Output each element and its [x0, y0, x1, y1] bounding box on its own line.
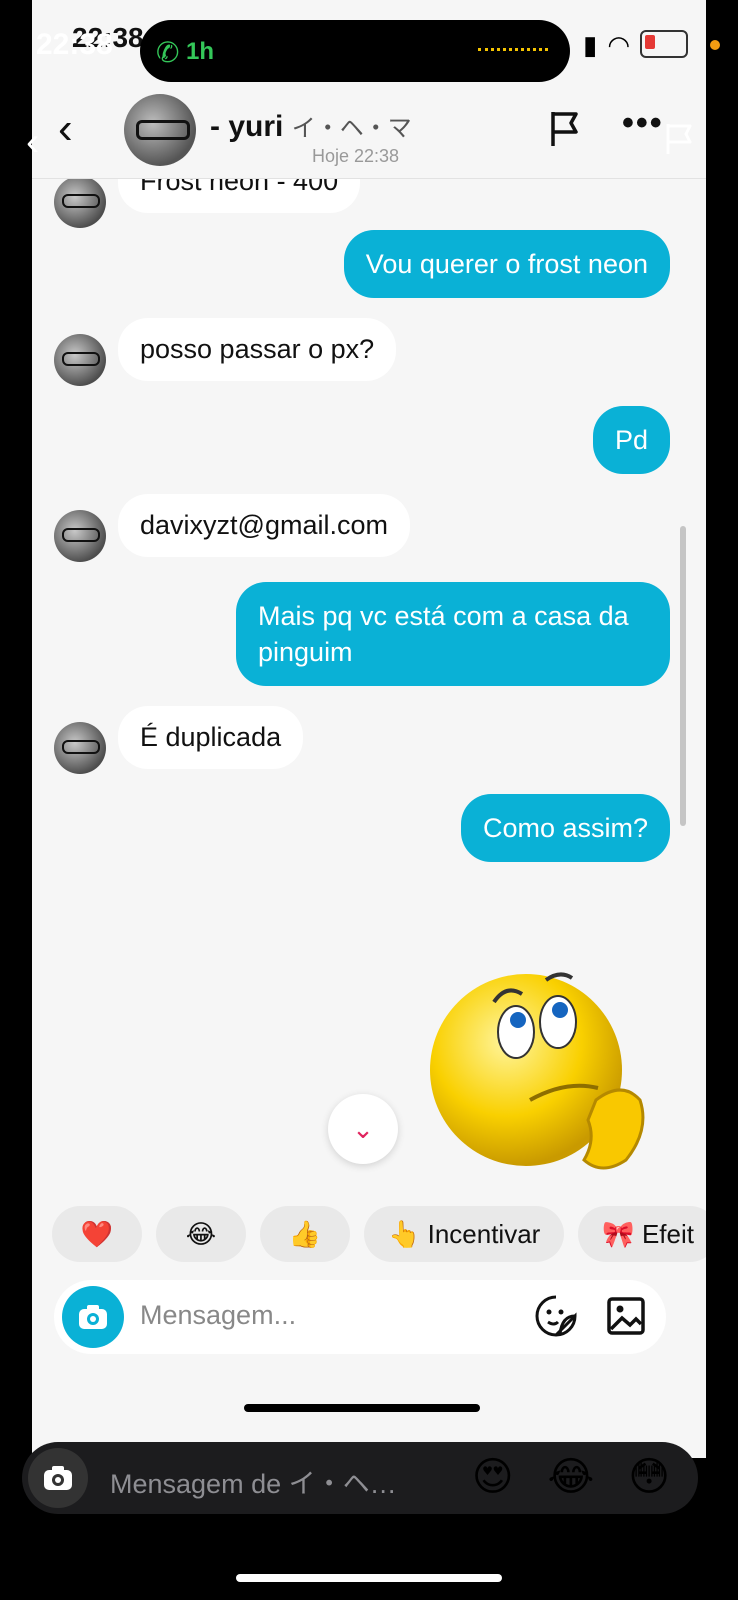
- chat-screen: 22:38 ✆ 1h ▮ ◠ ‹ - yuri イ・ヘ・マ Hoje 22:38…: [32, 0, 706, 1458]
- pointing-hand-icon: 👆: [388, 1218, 421, 1249]
- outer-camera-icon: [44, 1466, 72, 1490]
- heart-icon: ❤️: [80, 1218, 114, 1249]
- audio-wave-icon: [478, 48, 548, 55]
- image-icon[interactable]: [606, 1296, 646, 1336]
- outer-back-icon[interactable]: ‹: [26, 120, 39, 165]
- laugh-emoji-button[interactable]: 😂: [548, 1454, 595, 1500]
- outer-camera-button[interactable]: [28, 1448, 88, 1508]
- status-bar: 22:38 ✆ 1h ▮ ◠: [32, 0, 706, 100]
- outer-flag-icon[interactable]: [660, 120, 696, 156]
- message-bubble-out[interactable]: Vou querer o frost neon: [343, 230, 670, 298]
- scroll-to-bottom-button[interactable]: ⌄: [328, 1094, 398, 1164]
- privacy-indicator: [710, 40, 720, 50]
- sticker-icon[interactable]: [534, 1294, 578, 1338]
- incentivar-button[interactable]: 👆 Incentivar: [364, 1206, 565, 1262]
- scrollbar[interactable]: [680, 526, 686, 826]
- message-bubble-in[interactable]: posso passar o px?: [118, 318, 397, 381]
- reaction-heart-button[interactable]: ❤️: [52, 1206, 142, 1262]
- outer-message-input[interactable]: Mensagem de イ・ヘ…: [110, 1462, 397, 1501]
- sender-avatar[interactable]: [54, 722, 106, 774]
- outer-message-input-bar: Mensagem de イ・ヘ… 😍 😂 😳: [22, 1442, 698, 1514]
- message-bubble-out[interactable]: Pd: [592, 406, 670, 474]
- quick-reactions: ❤️ 😂 👍 👆 Incentivar 🎀 Efeit: [52, 1206, 706, 1262]
- message-input[interactable]: Mensagem...: [140, 1300, 296, 1331]
- home-indicator: [236, 1574, 502, 1582]
- back-icon[interactable]: ‹: [58, 104, 73, 154]
- heart-eyes-emoji-button[interactable]: 😍: [472, 1454, 514, 1500]
- signal-icon: ▮: [583, 30, 598, 60]
- outer-reply-bar: Mensagem de イ・ヘ… 😍 😂 😳: [0, 1442, 738, 1600]
- flag-icon[interactable]: [544, 108, 584, 148]
- laugh-icon: 😂: [185, 1218, 217, 1249]
- thumbs-up-icon: 👍: [288, 1218, 322, 1249]
- battery-icon: [640, 30, 688, 58]
- wifi-icon: ◠: [607, 30, 630, 60]
- flushed-emoji-button[interactable]: 😳: [628, 1454, 670, 1500]
- phone-icon: ✆: [156, 37, 180, 68]
- camera-icon: [79, 1305, 107, 1329]
- more-options-icon[interactable]: •••: [622, 104, 664, 143]
- outer-quick-emojis: 😍 😂 😳: [472, 1454, 670, 1500]
- contact-name[interactable]: - yuri イ・ヘ・マ: [210, 108, 412, 144]
- effects-button[interactable]: 🎀 Efeit: [578, 1206, 706, 1262]
- sender-avatar[interactable]: [54, 334, 106, 386]
- incentivar-label: Incentivar: [427, 1218, 541, 1249]
- call-duration: 1h: [186, 38, 215, 65]
- message-input-bar: Mensagem...: [54, 1280, 666, 1354]
- message-bubble-in[interactable]: Frost neon - 400: [118, 150, 361, 213]
- message-bubble-in[interactable]: davixyzt@gmail.com: [118, 494, 410, 557]
- effects-label: Efeit: [641, 1218, 694, 1249]
- reaction-thumbs-up-button[interactable]: 👍: [260, 1206, 350, 1262]
- status-icons: ▮ ◠: [583, 30, 688, 61]
- sender-avatar[interactable]: [54, 176, 106, 228]
- bow-icon: 🎀: [602, 1218, 635, 1249]
- home-indicator-inner: [244, 1404, 480, 1412]
- contact-name-suffix: イ・ヘ・マ: [291, 115, 412, 142]
- message-bubble-out[interactable]: Mais pq vc está com a casa da pinguim: [236, 582, 670, 686]
- thinking-emoji-sticker[interactable]: [426, 970, 656, 1185]
- outer-status-time: 22:38: [36, 28, 113, 61]
- sender-avatar[interactable]: [54, 510, 106, 562]
- reaction-laugh-button[interactable]: 😂: [156, 1206, 246, 1262]
- dynamic-island[interactable]: ✆ 1h: [140, 20, 570, 82]
- message-bubble-in[interactable]: É duplicada: [118, 706, 304, 769]
- contact-name-text: - yuri: [210, 110, 284, 143]
- message-bubble-out[interactable]: Como assim?: [460, 794, 670, 862]
- camera-button[interactable]: [62, 1286, 124, 1348]
